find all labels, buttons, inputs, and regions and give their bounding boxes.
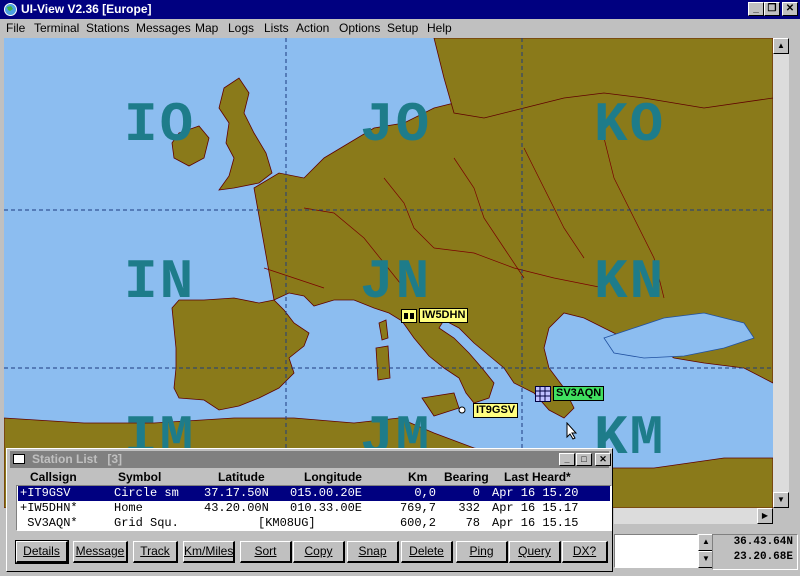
grid-label-in: IN <box>124 250 196 314</box>
menu-lists[interactable]: Lists <box>264 21 289 36</box>
station-list-close-button[interactable]: ✕ <box>595 453 611 466</box>
station-list-window: Station List [3] _ □ ✕ Callsign Symbol L… <box>6 448 613 572</box>
station-list-table[interactable]: +IT9GSV Circle sm 37.17.50N 015.00.20E 0… <box>16 485 612 531</box>
station-list-maximize-button[interactable]: □ <box>576 453 592 466</box>
menu-help[interactable]: Help <box>427 21 452 36</box>
title-bar: UI-View V2.36 [Europe] _ ❐ ✕ <box>0 0 800 19</box>
col-bearing[interactable]: Bearing <box>444 470 489 484</box>
grid-label-io: IO <box>124 93 196 157</box>
col-last-heard[interactable]: Last Heard* <box>504 470 571 484</box>
station-tag-sv3aqn[interactable]: SV3AQN <box>553 386 605 401</box>
grid-label-ko: KO <box>594 93 666 157</box>
table-row[interactable]: SV3AQN* Grid Squ. [KM08UG] 600,2 78 Apr … <box>18 516 610 531</box>
sort-button[interactable]: Sort <box>240 541 292 563</box>
station-tag-it9gsv[interactable]: IT9GSV <box>473 403 519 418</box>
ping-button[interactable]: Ping <box>456 541 508 563</box>
station-list-title: Station List [3] <box>32 452 123 466</box>
minimize-button[interactable]: _ <box>748 2 764 16</box>
scroll-up-icon[interactable]: ▲ <box>773 38 789 54</box>
app-globe-icon <box>4 3 17 16</box>
menu-file[interactable]: File <box>6 21 25 36</box>
menu-action[interactable]: Action <box>296 21 329 36</box>
table-row[interactable]: +IT9GSV Circle sm 37.17.50N 015.00.20E 0… <box>18 486 610 501</box>
home-icon[interactable] <box>401 309 417 323</box>
grid-label-jn: JN <box>360 250 432 314</box>
menu-stations[interactable]: Stations <box>86 21 129 36</box>
table-row[interactable]: +IW5DHN* Home 43.20.00N 010.33.00E 769,7… <box>18 501 610 516</box>
station-list-buttons: Details Message Track Km/Miles Sort Copy… <box>13 540 609 565</box>
menu-bar: File Terminal Stations Messages Map Logs… <box>0 19 800 38</box>
menu-options[interactable]: Options <box>339 21 380 36</box>
menu-setup[interactable]: Setup <box>387 21 418 36</box>
station-list-title-bar[interactable]: Station List [3] _ □ ✕ <box>10 451 611 468</box>
menu-logs[interactable]: Logs <box>228 21 254 36</box>
menu-messages[interactable]: Messages <box>136 21 191 36</box>
km-miles-button[interactable]: Km/Miles <box>183 541 235 563</box>
grid-label-kn: KN <box>594 250 666 314</box>
grid-square-icon[interactable] <box>535 386 551 402</box>
col-latitude[interactable]: Latitude <box>218 470 265 484</box>
map-view[interactable]: IO JO KO IN JN KN IM JM KM IW5DHN IT9GSV… <box>4 38 773 508</box>
query-button[interactable]: Query <box>509 541 561 563</box>
col-km[interactable]: Km <box>408 470 427 484</box>
message-button[interactable]: Message <box>73 541 128 563</box>
details-button[interactable]: Details <box>15 540 69 564</box>
cursor-coordinates: 36.43.64N 23.20.68E <box>712 534 798 570</box>
scroll-down-icon[interactable]: ▼ <box>773 492 789 508</box>
mouse-cursor-icon <box>566 422 578 440</box>
col-callsign[interactable]: Callsign <box>30 470 77 484</box>
map-vertical-scrollbar[interactable]: ▲ ▼ <box>773 38 789 508</box>
station-list-minimize-button[interactable]: _ <box>559 453 575 466</box>
dx-button[interactable]: DX? <box>562 541 608 563</box>
scroll-right-icon[interactable]: ▶ <box>757 508 773 524</box>
col-longitude[interactable]: Longitude <box>304 470 362 484</box>
map-horizontal-scrollbar[interactable]: ▶ <box>614 508 773 524</box>
circle-small-icon[interactable] <box>458 406 466 414</box>
snap-button[interactable]: Snap <box>347 541 399 563</box>
cursor-longitude: 23.20.68E <box>733 551 793 563</box>
delete-button[interactable]: Delete <box>401 541 453 563</box>
station-tag-iw5dhn[interactable]: IW5DHN <box>419 308 469 323</box>
restore-button[interactable]: ❐ <box>764 2 780 16</box>
menu-map[interactable]: Map <box>195 21 218 36</box>
track-button[interactable]: Track <box>133 541 178 563</box>
terminal-input[interactable] <box>614 534 698 568</box>
station-list-header: Callsign Symbol Latitude Longitude Km Be… <box>10 469 609 485</box>
list-window-icon <box>13 454 25 464</box>
menu-terminal[interactable]: Terminal <box>34 21 79 36</box>
col-symbol[interactable]: Symbol <box>118 470 161 484</box>
cursor-latitude: 36.43.64N <box>733 536 793 548</box>
close-button[interactable]: ✕ <box>782 2 798 16</box>
window-title: UI-View V2.36 [Europe] <box>21 2 152 16</box>
copy-button[interactable]: Copy <box>293 541 345 563</box>
grid-label-jo: JO <box>360 93 432 157</box>
